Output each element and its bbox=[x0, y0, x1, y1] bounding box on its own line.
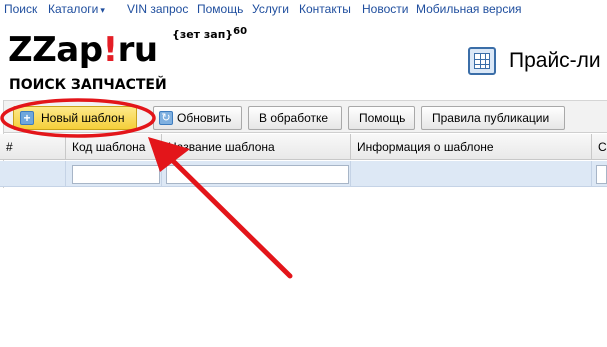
nav-link-catalogs[interactable]: Каталоги ▾ bbox=[48, 2, 105, 16]
logo-subtitle: ПОИСК ЗАПЧАСТЕЙ bbox=[9, 77, 167, 93]
chevron-down-icon: ▾ bbox=[100, 5, 105, 15]
nav-link-help[interactable]: Помощь bbox=[197, 2, 243, 16]
new-template-label: Новый шаблон bbox=[41, 111, 125, 125]
grid-body bbox=[0, 188, 607, 347]
plus-icon: + bbox=[20, 111, 34, 125]
column-header-number[interactable]: # bbox=[0, 134, 66, 160]
help-button[interactable]: Помощь bbox=[348, 106, 415, 130]
spreadsheet-icon-grid bbox=[474, 53, 490, 69]
column-header-template-info[interactable]: Информация о шаблоне bbox=[351, 134, 592, 160]
column-header-template-name[interactable]: Название шаблона bbox=[162, 134, 351, 160]
logo-tagline-text: {зет зап} bbox=[172, 28, 234, 41]
logo-tagline-number: 60 bbox=[233, 26, 248, 37]
logo-tagline: {зет зап}60 bbox=[172, 26, 248, 41]
refresh-label: Обновить bbox=[177, 111, 232, 125]
logo-text-a: ZZap bbox=[8, 30, 103, 70]
logo-bang: ! bbox=[102, 30, 119, 70]
nav-link-vin[interactable]: VIN запрос bbox=[127, 2, 188, 16]
nav-link-services[interactable]: Услуги bbox=[252, 2, 289, 16]
top-nav: Поиск Каталоги ▾ VIN запрос Помощь Услуги… bbox=[0, 0, 607, 20]
in-progress-button[interactable]: В обработке bbox=[248, 106, 342, 130]
nav-link-mobile[interactable]: Мобильная версия bbox=[416, 2, 522, 16]
grid-filter-row bbox=[0, 161, 607, 187]
filter-cell-template-info bbox=[351, 161, 592, 187]
nav-link-catalogs-label: Каталоги bbox=[48, 2, 99, 16]
in-progress-label: В обработке bbox=[259, 111, 329, 125]
publication-rules-label: Правила публикации bbox=[432, 111, 550, 125]
filter-cell-template-code bbox=[66, 161, 162, 187]
nav-link-contacts[interactable]: Контакты bbox=[299, 2, 351, 16]
site-logo[interactable]: ZZap!ru bbox=[8, 30, 158, 70]
logo-text-b: ru bbox=[117, 30, 158, 70]
refresh-icon: ↻ bbox=[159, 111, 173, 125]
refresh-button[interactable]: ↻ Обновить bbox=[153, 106, 242, 130]
page-title: Прайс-ли bbox=[509, 49, 601, 72]
template-name-filter-input[interactable] bbox=[166, 165, 349, 184]
template-code-filter-input[interactable] bbox=[72, 165, 160, 184]
nav-link-search[interactable]: Поиск bbox=[4, 2, 37, 16]
filter-cell-template-name bbox=[162, 161, 351, 187]
spreadsheet-icon bbox=[468, 47, 496, 75]
next-column-filter-input[interactable] bbox=[596, 165, 607, 184]
nav-link-news[interactable]: Новости bbox=[362, 2, 408, 16]
publication-rules-button[interactable]: Правила публикации bbox=[421, 106, 565, 130]
column-header-next[interactable]: С bbox=[592, 134, 607, 160]
new-template-button[interactable]: + Новый шаблон bbox=[13, 106, 137, 130]
column-header-template-code[interactable]: Код шаблона bbox=[66, 134, 162, 160]
grid-header: # Код шаблона Название шаблона Информаци… bbox=[0, 134, 607, 160]
toolbar: + Новый шаблон ↻ Обновить В обработке По… bbox=[0, 100, 607, 133]
help-label: Помощь bbox=[359, 111, 406, 125]
filter-cell-number bbox=[0, 161, 66, 187]
